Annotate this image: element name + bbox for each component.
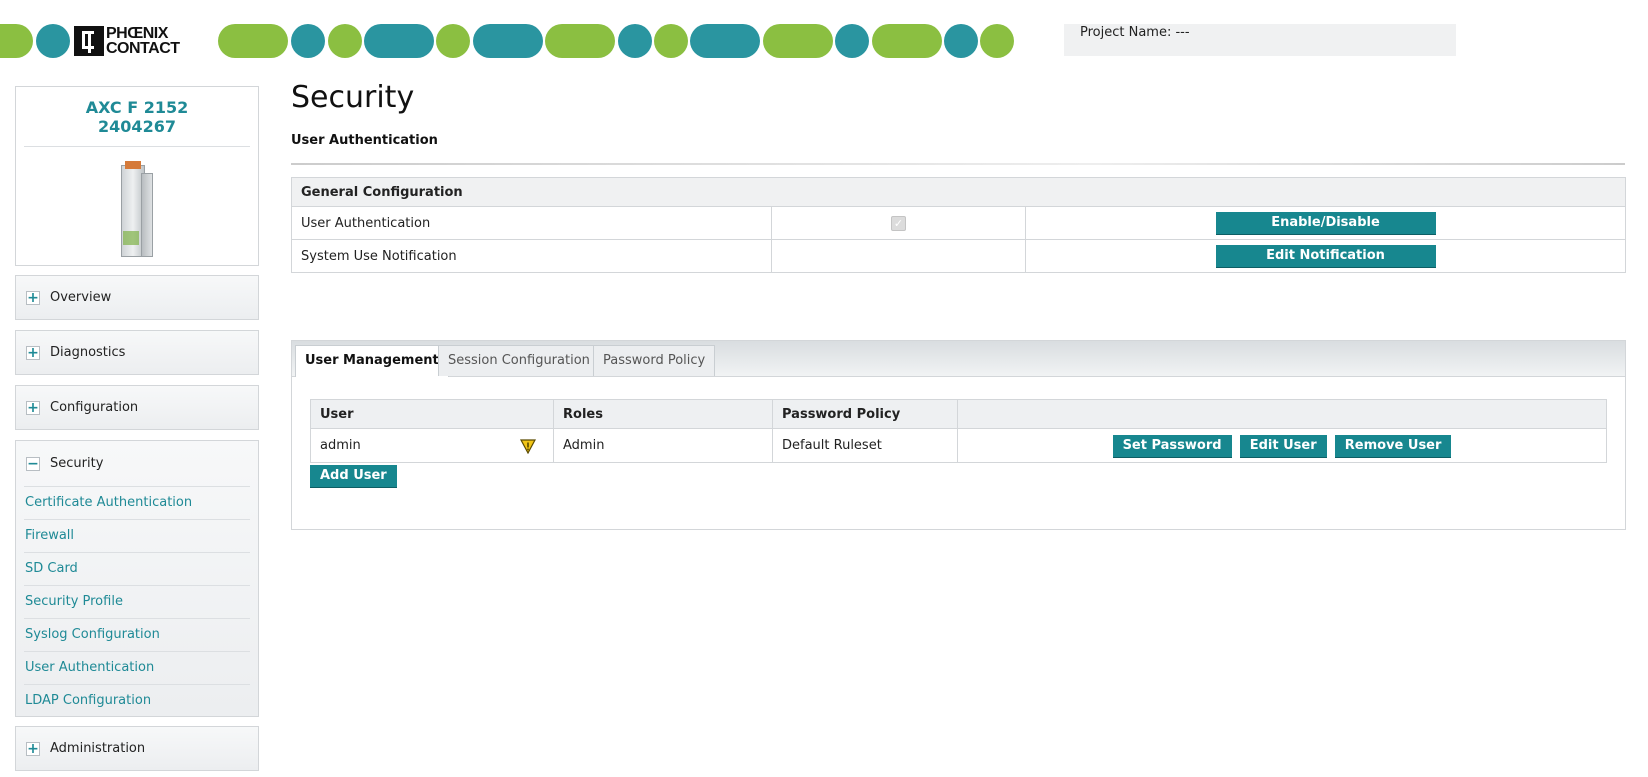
sidebar-item-overview[interactable]: + Overview bbox=[15, 275, 259, 320]
sidebar-item-administration[interactable]: + Administration bbox=[15, 726, 259, 771]
submenu-firewall[interactable]: Firewall bbox=[24, 519, 250, 552]
banner-pill bbox=[763, 24, 833, 58]
remove-user-button[interactable]: Remove User bbox=[1334, 434, 1452, 457]
row-label: User Authentication bbox=[291, 206, 772, 240]
banner-pill bbox=[291, 24, 325, 58]
banner-pill bbox=[218, 24, 288, 58]
tab-user-management[interactable]: User Management bbox=[295, 345, 449, 377]
user-roles: Admin bbox=[553, 428, 773, 463]
security-submenu: Certificate Authentication Firewall SD C… bbox=[24, 486, 250, 717]
banner-pill bbox=[0, 24, 33, 58]
user-authentication-checkbox[interactable]: ✓ bbox=[891, 215, 906, 231]
banner-pill bbox=[944, 24, 978, 58]
banner-pill bbox=[364, 24, 434, 58]
logo-mark-icon bbox=[74, 26, 104, 56]
user-password-policy: Default Ruleset bbox=[772, 428, 958, 463]
table-row: User Authentication ✓ Enable/Disable bbox=[291, 206, 1626, 240]
column-header-password-policy: Password Policy bbox=[772, 399, 958, 429]
banner-pill bbox=[835, 24, 869, 58]
banner-pill bbox=[36, 24, 70, 58]
page-subtitle: User Authentication bbox=[291, 133, 438, 148]
banner-pill bbox=[690, 24, 760, 58]
sidebar-item-diagnostics[interactable]: + Diagnostics bbox=[15, 330, 259, 375]
device-image bbox=[107, 159, 167, 263]
device-order-number: 2404267 bbox=[98, 117, 176, 136]
submenu-syslog-configuration[interactable]: Syslog Configuration bbox=[24, 618, 250, 651]
sidebar-item-configuration[interactable]: + Configuration bbox=[15, 385, 259, 430]
tab-bar: User Management Session Configuration Pa… bbox=[292, 341, 1625, 377]
tab-password-policy[interactable]: Password Policy bbox=[593, 345, 716, 376]
page-title: Security bbox=[291, 80, 415, 115]
sidebar-item-label: Administration bbox=[50, 741, 146, 756]
set-password-button[interactable]: Set Password bbox=[1112, 434, 1232, 457]
sidebar-item-label: Diagnostics bbox=[50, 345, 126, 360]
expand-icon[interactable]: + bbox=[26, 290, 40, 305]
expand-icon[interactable]: + bbox=[26, 400, 40, 415]
warning-triangle-icon[interactable] bbox=[520, 438, 536, 454]
tab-session-configuration[interactable]: Session Configuration bbox=[438, 345, 600, 376]
banner-pill bbox=[545, 24, 615, 58]
submenu-sd-card[interactable]: SD Card bbox=[24, 552, 250, 585]
banner-pill bbox=[473, 24, 543, 58]
general-configuration-table: General Configuration User Authenticatio… bbox=[291, 177, 1626, 273]
submenu-ldap-configuration[interactable]: LDAP Configuration bbox=[24, 684, 250, 717]
row-label: System Use Notification bbox=[291, 239, 772, 273]
banner-pill bbox=[328, 24, 362, 58]
banner-pill bbox=[654, 24, 688, 58]
submenu-security-profile[interactable]: Security Profile bbox=[24, 585, 250, 618]
logo-text-line1: PHŒNIX bbox=[106, 25, 168, 42]
divider bbox=[291, 163, 1625, 165]
phoenix-contact-logo: PHŒNIX CONTACT bbox=[72, 24, 214, 58]
sidebar-section-security: − Security Certificate Authentication Fi… bbox=[15, 440, 259, 717]
project-name: Project Name: --- bbox=[1064, 24, 1456, 56]
header-banner: PHŒNIX CONTACT bbox=[0, 24, 1015, 58]
table-row: System Use Notification Edit Notificatio… bbox=[291, 239, 1626, 273]
banner-pill bbox=[872, 24, 942, 58]
enable-disable-button[interactable]: Enable/Disable bbox=[1215, 212, 1436, 234]
tab-panel: User Management Session Configuration Pa… bbox=[291, 340, 1626, 530]
add-user-button[interactable]: Add User bbox=[310, 465, 397, 487]
sidebar-item-label: Configuration bbox=[50, 400, 139, 415]
collapse-icon[interactable]: − bbox=[26, 456, 40, 471]
user-name: admin bbox=[320, 438, 361, 453]
edit-user-button[interactable]: Edit User bbox=[1239, 434, 1327, 457]
sidebar-item-label: Overview bbox=[50, 290, 112, 305]
table-row: admin Admin Default Ruleset Set Password… bbox=[310, 428, 1607, 463]
device-model: AXC F 2152 bbox=[85, 98, 189, 117]
sidebar-item-label: Security bbox=[50, 456, 104, 471]
expand-icon[interactable]: + bbox=[26, 741, 40, 756]
user-table: User Roles Password Policy admin Admin D… bbox=[310, 399, 1607, 463]
expand-icon[interactable]: + bbox=[26, 345, 40, 360]
column-header-roles: Roles bbox=[553, 399, 773, 429]
submenu-certificate-authentication[interactable]: Certificate Authentication bbox=[24, 486, 250, 519]
submenu-user-authentication[interactable]: User Authentication bbox=[24, 651, 250, 684]
logo-text-line2: CONTACT bbox=[106, 40, 180, 57]
sidebar-item-security[interactable]: − Security bbox=[16, 441, 258, 486]
edit-notification-button[interactable]: Edit Notification bbox=[1215, 245, 1436, 267]
general-configuration-heading: General Configuration bbox=[291, 177, 1626, 207]
column-header-actions bbox=[957, 399, 1607, 429]
banner-pill bbox=[618, 24, 652, 58]
column-header-user: User bbox=[310, 399, 554, 429]
device-card: AXC F 2152 2404267 bbox=[15, 86, 259, 266]
banner-pill bbox=[980, 24, 1014, 58]
banner-pill bbox=[436, 24, 470, 58]
